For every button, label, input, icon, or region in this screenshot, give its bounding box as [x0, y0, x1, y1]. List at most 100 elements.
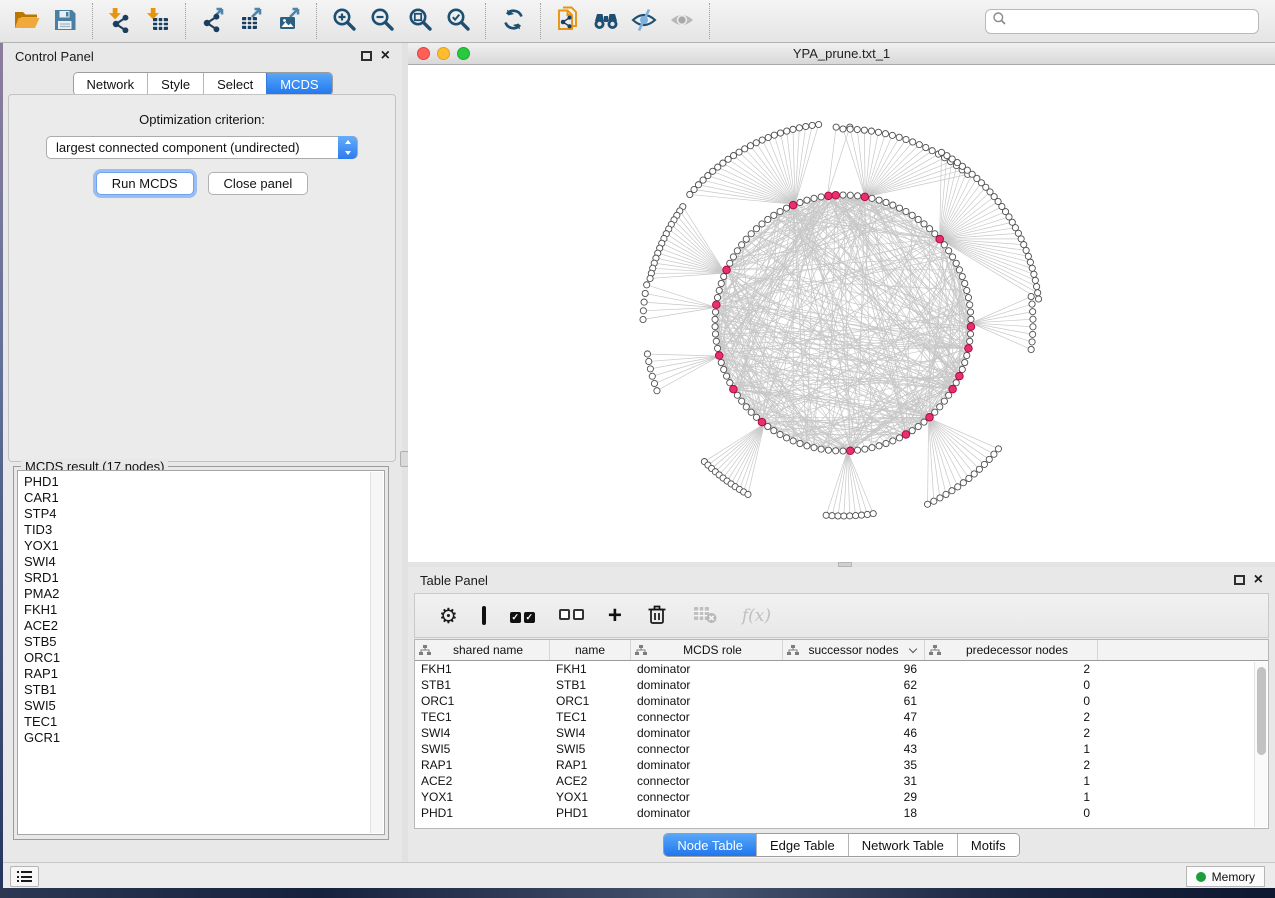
table-row[interactable]: TEC1TEC1connector472	[415, 709, 1268, 725]
zoom-fit-button[interactable]	[401, 4, 439, 38]
mcds-result-item[interactable]: FKH1	[24, 602, 384, 618]
table-tab-edge-table[interactable]: Edge Table	[756, 834, 848, 856]
optimization-criterion-value: largest connected component (undirected)	[56, 140, 300, 155]
select-all-button[interactable]: ✓✓	[510, 603, 535, 629]
table-row[interactable]: ACE2ACE2connector311	[415, 773, 1268, 789]
tab-select[interactable]: Select	[203, 73, 266, 95]
column-header-MCDS-role[interactable]: MCDS role	[631, 640, 783, 660]
mcds-result-item[interactable]: PHD1	[24, 474, 384, 490]
network-canvas[interactable]	[408, 65, 1275, 562]
mcds-result-item[interactable]: CAR1	[24, 490, 384, 506]
table-row[interactable]: SWI5SWI5connector431	[415, 741, 1268, 757]
import-network-icon	[107, 7, 134, 36]
save-session-button[interactable]	[46, 4, 84, 38]
split-panel-button[interactable]	[482, 603, 486, 629]
zoom-selected-button[interactable]	[439, 4, 477, 38]
table-row[interactable]: SWI4SWI4dominator462	[415, 725, 1268, 741]
node-table: shared namenameMCDS rolesuccessor nodesp…	[414, 639, 1269, 829]
memory-button[interactable]: Memory	[1186, 866, 1265, 887]
mcds-result-item[interactable]: SRD1	[24, 570, 384, 586]
search-field[interactable]	[985, 9, 1259, 34]
toolbar-group	[186, 3, 317, 39]
table-row[interactable]: ORC1ORC1dominator610	[415, 693, 1268, 709]
table-cell: 0	[925, 805, 1098, 821]
add-column-button[interactable]: +	[608, 603, 622, 629]
float-panel-icon[interactable]	[361, 51, 372, 61]
table-tab-motifs[interactable]: Motifs	[957, 834, 1019, 856]
toolbar-group	[541, 3, 710, 39]
column-settings-button[interactable]: ⚙	[439, 603, 458, 629]
export-table-icon	[238, 7, 265, 36]
table-row[interactable]: STB1STB1dominator620	[415, 677, 1268, 693]
table-cell: STB1	[415, 677, 550, 693]
mcds-result-item[interactable]: RAP1	[24, 666, 384, 682]
mcds-result-list[interactable]: PHD1CAR1STP4TID3YOX1SWI4SRD1PMA2FKH1ACE2…	[17, 470, 385, 835]
share-document-button[interactable]	[549, 4, 587, 38]
export-network-icon	[200, 7, 227, 36]
table-row[interactable]: YOX1YOX1connector291	[415, 789, 1268, 805]
table-cell: dominator	[631, 661, 783, 677]
mcds-result-item[interactable]: TEC1	[24, 714, 384, 730]
run-mcds-button[interactable]: Run MCDS	[96, 172, 194, 195]
hide-selected-button[interactable]	[625, 4, 663, 38]
table-cell: 2	[925, 661, 1098, 677]
control-panel-header: Control Panel ×	[3, 43, 402, 69]
table-cell: dominator	[631, 757, 783, 773]
column-header-name[interactable]: name	[550, 640, 631, 660]
tab-mcds[interactable]: MCDS	[266, 73, 331, 95]
mcds-result-item[interactable]: STB5	[24, 634, 384, 650]
close-panel-icon[interactable]: ×	[1254, 575, 1263, 585]
import-table-button[interactable]	[139, 4, 177, 38]
column-header-successor-nodes[interactable]: successor nodes	[783, 640, 925, 660]
mcds-result-item[interactable]: YOX1	[24, 538, 384, 554]
export-image-icon	[276, 7, 303, 36]
table-tab-network-table[interactable]: Network Table	[848, 834, 957, 856]
float-panel-icon[interactable]	[1234, 575, 1245, 585]
table-row[interactable]: FKH1FKH1dominator962	[415, 661, 1268, 677]
search-input[interactable]	[1007, 14, 1252, 28]
close-panel-icon[interactable]: ×	[381, 51, 390, 61]
close-panel-button[interactable]: Close panel	[208, 172, 309, 195]
table-cell: connector	[631, 789, 783, 805]
mcds-result-item[interactable]: GCR1	[24, 730, 384, 746]
tab-network[interactable]: Network	[73, 73, 147, 95]
column-header-predecessor-nodes[interactable]: predecessor nodes	[925, 640, 1098, 660]
export-image-button[interactable]	[270, 4, 308, 38]
mcds-list-scrollbar[interactable]	[370, 472, 383, 833]
mcds-result-item[interactable]: SWI5	[24, 698, 384, 714]
import-network-button[interactable]	[101, 4, 139, 38]
refresh-button[interactable]	[494, 4, 532, 38]
table-row[interactable]: RAP1RAP1dominator352	[415, 757, 1268, 773]
mcds-result-item[interactable]: TID3	[24, 522, 384, 538]
table-row[interactable]: PHD1PHD1dominator180	[415, 805, 1268, 821]
zoom-in-button[interactable]	[325, 4, 363, 38]
mcds-result-item[interactable]: ORC1	[24, 650, 384, 666]
task-history-button[interactable]	[10, 866, 39, 887]
mcds-result-item[interactable]: STP4	[24, 506, 384, 522]
export-network-button[interactable]	[194, 4, 232, 38]
mcds-result-item[interactable]: PMA2	[24, 586, 384, 602]
table-cell: 2	[925, 725, 1098, 741]
table-tab-node-table[interactable]: Node Table	[664, 834, 756, 856]
network-graph[interactable]	[408, 65, 1275, 562]
table-cell: 1	[925, 773, 1098, 789]
mcds-result-item[interactable]: SWI4	[24, 554, 384, 570]
open-file-button[interactable]	[8, 4, 46, 38]
deselect-all-button[interactable]	[559, 603, 584, 629]
optimization-criterion-select[interactable]: largest connected component (undirected)	[46, 136, 358, 159]
zoom-fit-icon	[407, 6, 434, 36]
column-header-shared-name[interactable]: shared name	[415, 640, 550, 660]
scrollbar-thumb[interactable]	[1257, 667, 1266, 755]
first-neighbors-button[interactable]	[587, 4, 625, 38]
network-window-titlebar[interactable]: YPA_prune.txt_1	[408, 43, 1275, 65]
tab-style[interactable]: Style	[147, 73, 203, 95]
zoom-out-button[interactable]	[363, 4, 401, 38]
export-table-button[interactable]	[232, 4, 270, 38]
table-scrollbar[interactable]	[1254, 662, 1267, 827]
destroy-table-button	[692, 603, 718, 629]
show-all-button[interactable]	[663, 4, 701, 38]
mcds-result-item[interactable]: ACE2	[24, 618, 384, 634]
split-panel-icon	[482, 608, 486, 623]
delete-column-button[interactable]	[646, 603, 668, 629]
mcds-result-item[interactable]: STB1	[24, 682, 384, 698]
